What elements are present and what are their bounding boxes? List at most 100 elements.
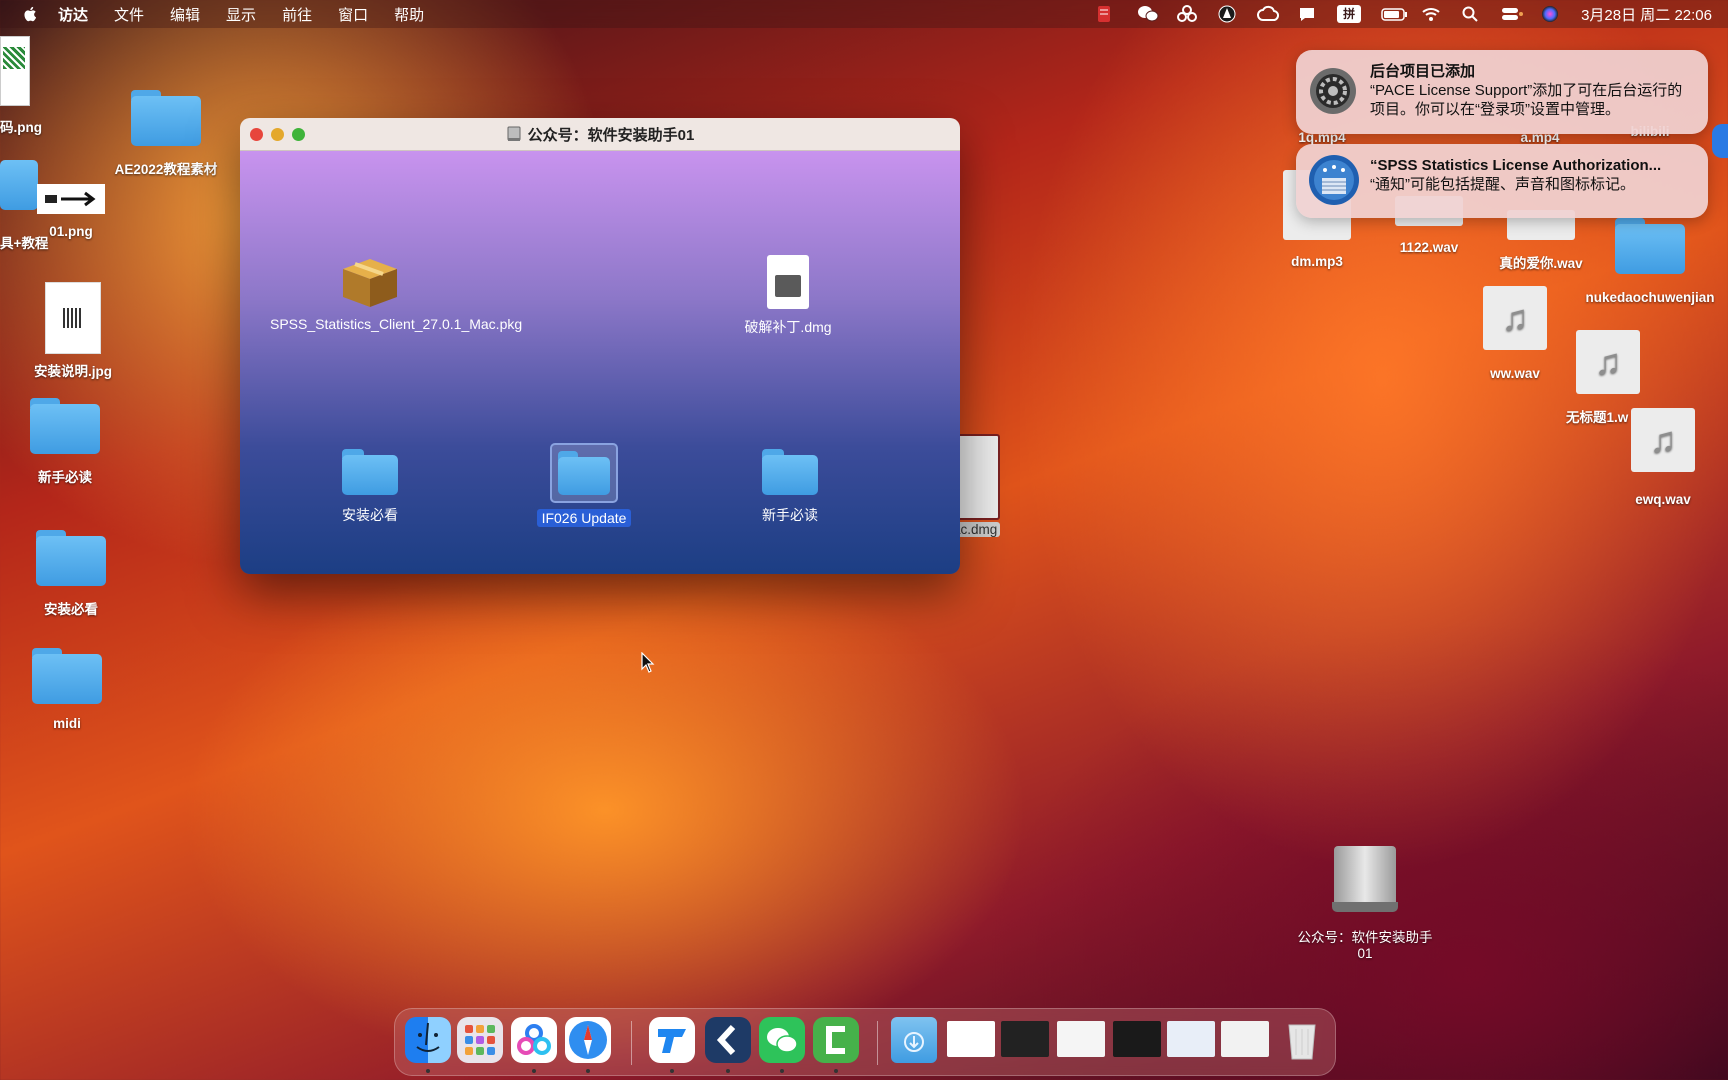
finder-dock-icon[interactable]: [405, 1017, 451, 1063]
desktop-folder-nukedaochuwenjian[interactable]: nukedaochuwenjian: [1580, 218, 1720, 305]
package-icon: [341, 257, 399, 309]
desktop-folder-ae2022[interactable]: AE2022教程素材: [106, 90, 226, 178]
desktop-folder-midi[interactable]: midi: [22, 648, 112, 731]
recording-icon[interactable]: [1097, 5, 1117, 23]
spss-app-icon: [1308, 154, 1360, 206]
creative-cloud-icon[interactable]: [1257, 5, 1280, 23]
wifi-icon[interactable]: [1421, 5, 1441, 23]
running-indicator: [586, 1069, 590, 1073]
folder-label: midi: [53, 716, 81, 731]
folder-label: nukedaochuwenjian: [1585, 290, 1715, 305]
running-indicator: [670, 1069, 674, 1073]
todesk-dock-icon[interactable]: [649, 1017, 695, 1063]
file-label: dm.mp3: [1291, 254, 1343, 269]
notification-status-icon[interactable]: [1297, 5, 1317, 23]
desktop-item-mac-dmg[interactable]: ac.dmg: [950, 434, 1020, 537]
running-indicator: [532, 1069, 536, 1073]
folder-icon: [131, 90, 201, 146]
desktop-mounted-disk[interactable]: 公众号：软件安装助手01: [1290, 846, 1440, 961]
dock-separator: [877, 1021, 878, 1065]
desktop-folder-must-read[interactable]: 安装必看: [26, 530, 116, 618]
finder-item-patch-dmg[interactable]: 破解补丁.dmg: [688, 255, 888, 337]
menu-view[interactable]: 显示: [226, 4, 256, 25]
dmg-file-icon: [767, 255, 809, 309]
desktop-folder-newbie[interactable]: 新手必读: [20, 398, 110, 486]
running-indicator: [426, 1069, 430, 1073]
finder-item-spss-pkg[interactable]: SPSS_Statistics_Client_27.0.1_Mac.pkg: [270, 257, 522, 334]
input-method-indicator[interactable]: 拼: [1337, 5, 1362, 23]
launchpad-dock-icon[interactable]: [457, 1017, 503, 1063]
menu-file[interactable]: 文件: [114, 4, 144, 25]
system-settings-icon: [1308, 66, 1360, 118]
folder-label: IF026 Update: [536, 509, 632, 527]
music-note-icon: ♫: [1576, 330, 1640, 394]
notification-body: “PACE License Support”添加了可在后台运行的项目。你可以在“…: [1370, 82, 1683, 118]
safari-dock-icon[interactable]: [565, 1017, 611, 1063]
window-thumbnail[interactable]: [1221, 1021, 1269, 1057]
menu-bar: 访达 文件 编辑 显示 前往 窗口 帮助 拼 3月28日 周二 22:06: [0, 0, 1728, 28]
desktop-item-qrcode-png[interactable]: [0, 36, 40, 106]
spotlight-search-icon[interactable]: [1461, 5, 1481, 23]
desktop-item-01-png[interactable]: 01.png: [36, 184, 106, 239]
menu-help[interactable]: 帮助: [394, 4, 424, 25]
trash-dock-icon[interactable]: [1279, 1017, 1325, 1063]
finder-window: 公众号：软件安装助手01 SPSS_Statistics_Client_27.0…: [240, 118, 960, 574]
apple-menu-icon[interactable]: [22, 5, 40, 23]
menubar-clock[interactable]: 3月28日 周二 22:06: [1581, 4, 1712, 25]
status-area: 拼 3月28日 周二 22:06: [1097, 0, 1712, 28]
desktop-item-ewq-wav[interactable]: ♫ ewq.wav: [1618, 408, 1708, 507]
image-thumbnail: [45, 282, 101, 354]
mouse-pointer-icon: [641, 652, 655, 673]
notification-body: “通知”可能包括提醒、声音和图标标记。: [1370, 176, 1635, 193]
file-label: ewq.wav: [1635, 492, 1691, 507]
finder-item-must-read[interactable]: 安装必看: [308, 449, 432, 525]
wechat-dock-icon[interactable]: [759, 1017, 805, 1063]
desktop-folder-tools[interactable]: [0, 160, 40, 210]
running-indicator: [726, 1069, 730, 1073]
app-status-icon[interactable]: [1217, 5, 1237, 23]
file-label: 01.png: [49, 224, 93, 239]
capcut-dock-icon[interactable]: [705, 1017, 751, 1063]
window-thumbnail[interactable]: [1167, 1021, 1215, 1057]
folder-label: 安装必看: [44, 602, 98, 617]
notification-spss-license[interactable]: “SPSS Statistics License Authorization..…: [1296, 144, 1708, 218]
menu-edit[interactable]: 编辑: [170, 4, 200, 25]
camtasia-dock-icon[interactable]: [813, 1017, 859, 1063]
control-center-icon[interactable]: [1501, 5, 1524, 23]
disk-image-icon: [1332, 846, 1398, 916]
window-thumbnail[interactable]: [1001, 1021, 1049, 1057]
baidu-netdisk-status-icon[interactable]: [1177, 5, 1198, 23]
notification-background-item[interactable]: 后台项目已添加 “PACE License Support”添加了可在后台运行的…: [1296, 50, 1708, 134]
window-thumbnail[interactable]: [947, 1021, 995, 1057]
folder-label: 新手必读: [38, 470, 92, 485]
running-indicator: [780, 1069, 784, 1073]
baidu-netdisk-dock-icon[interactable]: [511, 1017, 557, 1063]
finder-titlebar[interactable]: 公众号：软件安装助手01: [240, 118, 960, 151]
qrcode-thumbnail: [0, 36, 30, 106]
wechat-status-icon[interactable]: [1137, 5, 1159, 23]
disk-label: 公众号：软件安装助手01: [1297, 930, 1433, 961]
folder-icon: [0, 160, 38, 210]
window-thumbnail[interactable]: [1113, 1021, 1161, 1057]
siri-icon[interactable]: [1541, 5, 1561, 23]
finder-item-newbie[interactable]: 新手必读: [728, 449, 852, 525]
notification-title: “SPSS Statistics License Authorization..…: [1370, 157, 1662, 174]
desktop-item-ww-wav[interactable]: ♫ ww.wav: [1470, 286, 1560, 381]
disk-icon: [507, 126, 521, 141]
music-note-icon: ♫: [1483, 286, 1547, 350]
finder-item-if026-update[interactable]: IF026 Update: [524, 443, 644, 527]
downloads-stack-icon[interactable]: [891, 1017, 937, 1063]
window-thumbnail[interactable]: [1057, 1021, 1105, 1057]
desktop-item-install-guide-jpg[interactable]: 安装说明.jpg: [20, 282, 126, 380]
file-label: 1122.wav: [1399, 240, 1459, 255]
notification-title: 后台项目已添加: [1370, 63, 1476, 80]
menu-window[interactable]: 窗口: [338, 4, 368, 25]
edge-widget-icon[interactable]: [1712, 124, 1728, 158]
menu-go[interactable]: 前往: [282, 4, 312, 25]
notification-text: “SPSS Statistics License Authorization..…: [1370, 144, 1661, 194]
dock-separator: [631, 1021, 632, 1065]
menu-finder[interactable]: 访达: [58, 4, 88, 25]
battery-icon[interactable]: [1381, 5, 1408, 23]
finder-content: SPSS_Statistics_Client_27.0.1_Mac.pkg 破解…: [240, 151, 960, 574]
folder-icon: [342, 449, 398, 495]
